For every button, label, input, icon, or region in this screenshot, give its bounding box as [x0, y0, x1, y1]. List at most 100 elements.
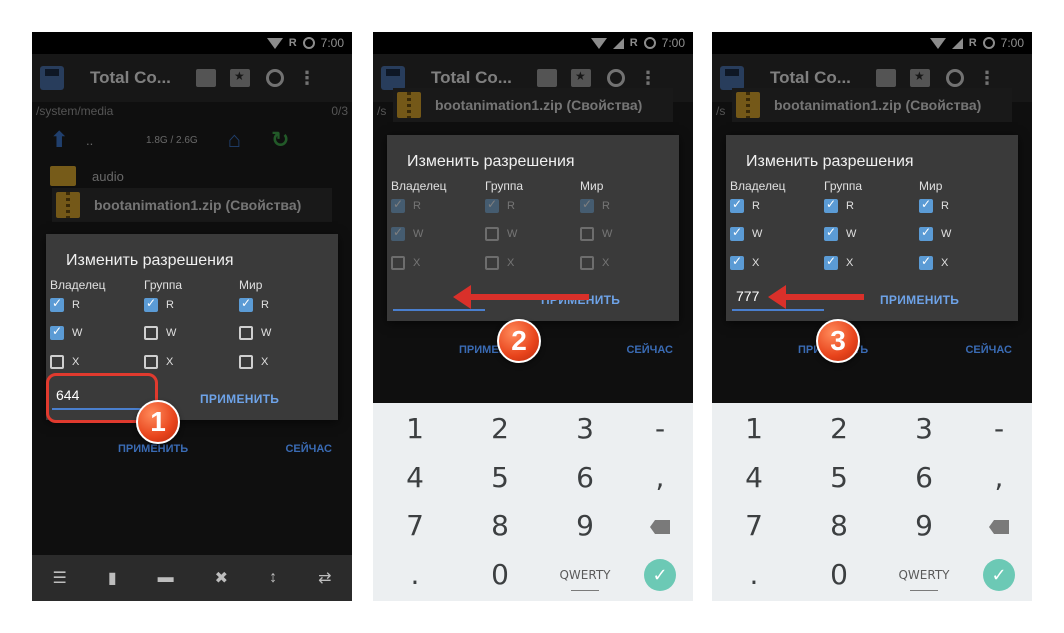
checkbox-world-x[interactable] [580, 256, 594, 270]
col-world: Мир [239, 278, 263, 292]
key-7[interactable]: 7 [375, 502, 455, 550]
checkbox-owner-w[interactable] [730, 225, 744, 241]
key-4[interactable]: 4 [714, 454, 794, 502]
backspace-key[interactable] [620, 502, 693, 550]
checkbox-label: X [72, 356, 80, 368]
checkbox-world-r[interactable] [580, 197, 594, 213]
key-2[interactable]: 2 [460, 405, 540, 453]
key-6[interactable]: 6 [545, 454, 625, 502]
checkbox-label: R [72, 299, 80, 311]
now-button[interactable]: СЕЙЧАС [626, 344, 673, 356]
checkbox-label: X [507, 257, 515, 269]
checkbox-label: W [602, 228, 613, 240]
checkbox-world-x[interactable] [919, 254, 933, 270]
key-9[interactable]: 9 [545, 502, 625, 550]
checkbox-label: W [752, 228, 763, 240]
checkbox-world-r[interactable] [919, 197, 933, 213]
checkbox-label: X [602, 257, 610, 269]
key-2[interactable]: 2 [799, 405, 879, 453]
checkbox-world-w[interactable] [919, 225, 933, 241]
key-8[interactable]: 8 [460, 502, 540, 550]
key-1[interactable]: 1 [714, 405, 794, 453]
checkbox-label: X [941, 257, 949, 269]
copy-folder-icon[interactable]: ▬ [158, 569, 174, 587]
phone-screen-3: R 7:00 Total Co... ⋮ /s bootanimation1.z… [712, 32, 1032, 601]
checkbox-label: X [166, 356, 174, 368]
apply-button[interactable]: ПРИМЕНИТЬ [880, 293, 959, 307]
apply-now-button[interactable]: ПРИМЕНИТЬ [118, 443, 188, 455]
checkbox-group-x[interactable] [824, 254, 838, 270]
checkbox-label: R [413, 200, 421, 212]
checkbox-world-x[interactable] [239, 355, 253, 369]
properties-actions: ПРИМЕНИТЬ СЕЙЧАС [732, 344, 1012, 356]
step-badge: 3 [816, 319, 860, 363]
select-icon[interactable]: ☰ [53, 568, 67, 588]
checkbox-group-r[interactable] [485, 197, 499, 213]
col-group: Группа [824, 179, 863, 193]
sort-icon[interactable]: ↕ [269, 569, 277, 587]
col-owner: Владелец [50, 278, 106, 292]
checkbox-group-w[interactable] [485, 227, 499, 241]
dialog-title: Изменить разрешения [407, 153, 575, 170]
key-5[interactable]: 5 [460, 454, 540, 502]
dialog-title: Изменить разрешения [746, 153, 914, 170]
key-minus[interactable]: - [959, 405, 1032, 453]
delete-icon[interactable]: ✖ [215, 568, 228, 588]
key-0[interactable]: 0 [460, 551, 540, 599]
backspace-icon [650, 520, 670, 534]
checkbox-owner-r[interactable] [391, 197, 405, 213]
qwerty-switch-key[interactable]: QWERTY [884, 551, 964, 599]
annotation-arrow [768, 285, 864, 309]
apply-button[interactable]: ПРИМЕНИТЬ [200, 392, 279, 406]
key-minus[interactable]: - [620, 405, 693, 453]
checkbox-owner-w[interactable] [50, 324, 64, 340]
col-world: Мир [919, 179, 943, 193]
key-7[interactable]: 7 [714, 502, 794, 550]
checkbox-label: X [846, 257, 854, 269]
key-5[interactable]: 5 [799, 454, 879, 502]
key-3[interactable]: 3 [884, 405, 964, 453]
properties-actions: ПРИМЕНИТЬ СЕЙЧАС [52, 443, 332, 455]
checkbox-group-x[interactable] [485, 256, 499, 270]
checkbox-owner-w[interactable] [391, 225, 405, 241]
checkbox-owner-x[interactable] [50, 355, 64, 369]
annotation-arrow [453, 285, 589, 309]
key-4[interactable]: 4 [375, 454, 455, 502]
backspace-key[interactable] [959, 502, 1032, 550]
swap-icon[interactable]: ⇄ [318, 568, 331, 588]
col-owner: Владелец [391, 179, 447, 193]
enter-key-check-icon[interactable]: ✓ [644, 559, 676, 591]
key-0[interactable]: 0 [799, 551, 879, 599]
checkbox-world-w[interactable] [239, 326, 253, 340]
key-dot[interactable]: . [714, 551, 794, 599]
checkbox-label: W [846, 228, 857, 240]
checkbox-world-w[interactable] [580, 227, 594, 241]
now-button[interactable]: СЕЙЧАС [285, 443, 332, 455]
qwerty-switch-key[interactable]: QWERTY [545, 551, 625, 599]
checkbox-group-x[interactable] [144, 355, 158, 369]
key-comma[interactable]: , [620, 454, 693, 502]
checkbox-world-r[interactable] [239, 296, 253, 312]
checkbox-owner-r[interactable] [730, 197, 744, 213]
enter-key-check-icon[interactable]: ✓ [983, 559, 1015, 591]
key-3[interactable]: 3 [545, 405, 625, 453]
checkbox-group-r[interactable] [824, 197, 838, 213]
checkbox-owner-r[interactable] [50, 296, 64, 312]
checkbox-group-r[interactable] [144, 296, 158, 312]
key-dot[interactable]: . [375, 551, 455, 599]
dialog-title: Изменить разрешения [66, 252, 234, 269]
key-comma[interactable]: , [959, 454, 1032, 502]
checkbox-group-w[interactable] [824, 225, 838, 241]
checkbox-group-w[interactable] [144, 326, 158, 340]
checkbox-owner-x[interactable] [391, 256, 405, 270]
key-1[interactable]: 1 [375, 405, 455, 453]
checkbox-owner-x[interactable] [730, 254, 744, 270]
key-8[interactable]: 8 [799, 502, 879, 550]
key-9[interactable]: 9 [884, 502, 964, 550]
step-badge: 2 [497, 319, 541, 363]
checkbox-label: W [413, 228, 424, 240]
file-icon[interactable]: ▮ [108, 568, 117, 588]
key-6[interactable]: 6 [884, 454, 964, 502]
checkbox-label: X [413, 257, 421, 269]
now-button[interactable]: СЕЙЧАС [965, 344, 1012, 356]
